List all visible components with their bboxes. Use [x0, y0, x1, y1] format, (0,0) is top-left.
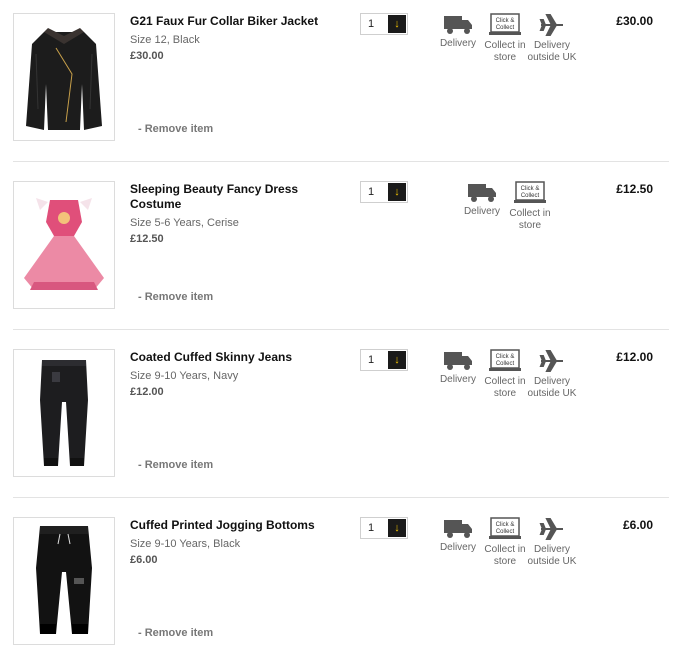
click-collect-icon: Click & Collect — [514, 181, 546, 203]
outside-uk-label: Delivery outside UK — [527, 376, 577, 399]
delivery-option[interactable]: Delivery — [433, 349, 483, 386]
product-image[interactable] — [13, 349, 115, 477]
outside-uk-label: Delivery outside UK — [527, 40, 577, 63]
product-price: £12.50 — [130, 233, 164, 245]
truck-icon — [444, 16, 472, 34]
collect-option[interactable]: Click & Collect Collect in store — [505, 181, 555, 232]
truck-icon — [444, 520, 472, 538]
click-collect-icon: Click & Collect — [489, 13, 521, 35]
basket-item: Sleeping Beauty Fancy Dress Costume Size… — [0, 168, 693, 336]
click-collect-icon: Click & Collect — [489, 517, 521, 539]
arrow-down-icon[interactable]: ↓ — [388, 15, 406, 33]
product-details: Size 12, Black — [130, 34, 200, 46]
outside-uk-label: Delivery outside UK — [527, 544, 577, 567]
collect-label: Collect in store — [484, 376, 526, 399]
collect-label: Collect in store — [484, 40, 526, 63]
quantity-value: 1 — [368, 186, 375, 198]
product-image[interactable] — [13, 13, 115, 141]
basket-list: G21 Faux Fur Collar Biker Jacket Size 12… — [0, 0, 693, 663]
joggers-image — [14, 518, 114, 644]
product-details: Size 9-10 Years, Black — [130, 538, 241, 550]
product-price: £12.00 — [130, 386, 164, 398]
basket-item: Coated Cuffed Skinny Jeans Size 9-10 Yea… — [0, 336, 693, 504]
collect-badge-top: Click & — [521, 186, 540, 192]
remove-item-link[interactable]: - Remove item — [138, 291, 213, 303]
costume-image — [14, 182, 114, 308]
collect-label: Collect in store — [484, 544, 526, 567]
quantity-select[interactable]: 1 ↓ — [360, 13, 408, 35]
product-name[interactable]: Cuffed Printed Jogging Bottoms — [130, 518, 340, 533]
product-image[interactable] — [13, 517, 115, 645]
plane-icon — [539, 14, 563, 36]
product-details: Size 9-10 Years, Navy — [130, 370, 239, 382]
jacket-image — [14, 14, 114, 140]
quantity-select[interactable]: 1 ↓ — [360, 181, 408, 203]
collect-option[interactable]: Click & Collect Collect in store — [480, 517, 530, 568]
jeans-image — [14, 350, 114, 476]
plane-icon — [539, 518, 563, 540]
item-divider — [13, 497, 669, 498]
collect-badge-bottom: Collect — [521, 193, 540, 199]
product-name[interactable]: Sleeping Beauty Fancy Dress Costume — [130, 182, 340, 212]
quantity-value: 1 — [368, 522, 375, 534]
basket-item: Cuffed Printed Jogging Bottoms Size 9-10… — [0, 504, 693, 672]
truck-icon — [468, 184, 496, 202]
delivery-label: Delivery — [439, 374, 477, 385]
click-collect-icon: Click & Collect — [489, 349, 521, 371]
quantity-select[interactable]: 1 ↓ — [360, 517, 408, 539]
item-divider — [13, 161, 669, 162]
quantity-select[interactable]: 1 ↓ — [360, 349, 408, 371]
product-name[interactable]: Coated Cuffed Skinny Jeans — [130, 350, 340, 365]
outside-uk-option[interactable]: Delivery outside UK — [527, 517, 577, 568]
arrow-down-icon[interactable]: ↓ — [388, 519, 406, 537]
collect-option[interactable]: Click & Collect Collect in store — [480, 13, 530, 64]
delivery-label: Delivery — [439, 38, 477, 49]
collect-badge-bottom: Collect — [496, 529, 515, 535]
plane-icon — [539, 350, 563, 372]
product-price: £30.00 — [130, 50, 164, 62]
product-name[interactable]: G21 Faux Fur Collar Biker Jacket — [130, 14, 340, 29]
delivery-label: Delivery — [463, 206, 501, 217]
basket-item: G21 Faux Fur Collar Biker Jacket Size 12… — [0, 0, 693, 168]
quantity-value: 1 — [368, 354, 375, 366]
item-divider — [13, 329, 669, 330]
collect-badge-bottom: Collect — [496, 361, 515, 367]
arrow-down-icon[interactable]: ↓ — [388, 183, 406, 201]
outside-uk-option[interactable]: Delivery outside UK — [527, 13, 577, 64]
delivery-label: Delivery — [439, 542, 477, 553]
collect-badge-top: Click & — [496, 18, 515, 24]
collect-badge-top: Click & — [496, 522, 515, 528]
delivery-option[interactable]: Delivery — [433, 517, 483, 554]
remove-item-link[interactable]: - Remove item — [138, 459, 213, 471]
remove-item-link[interactable]: - Remove item — [138, 123, 213, 135]
arrow-down-icon[interactable]: ↓ — [388, 351, 406, 369]
collect-badge-top: Click & — [496, 354, 515, 360]
remove-item-link[interactable]: - Remove item — [138, 627, 213, 639]
collect-option[interactable]: Click & Collect Collect in store — [480, 349, 530, 400]
truck-icon — [444, 352, 472, 370]
line-total: £12.50 — [616, 182, 653, 196]
delivery-option[interactable]: Delivery — [433, 13, 483, 50]
delivery-option[interactable]: Delivery — [457, 181, 507, 218]
collect-label: Collect in store — [509, 208, 551, 231]
collect-badge-bottom: Collect — [496, 25, 515, 31]
line-total: £30.00 — [616, 14, 653, 28]
line-total: £12.00 — [616, 350, 653, 364]
quantity-value: 1 — [368, 18, 375, 30]
line-total: £6.00 — [622, 518, 653, 532]
product-details: Size 5-6 Years, Cerise — [130, 217, 239, 229]
product-price: £6.00 — [130, 554, 158, 566]
product-image[interactable] — [13, 181, 115, 309]
outside-uk-option[interactable]: Delivery outside UK — [527, 349, 577, 400]
